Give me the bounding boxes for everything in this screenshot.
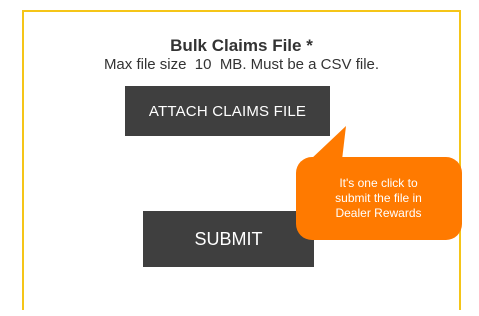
file-requirements-text: Max file size 10 MB. Must be a CSV file. <box>103 56 380 73</box>
bulk-claims-panel: Bulk Claims File * Max file size 10 MB. … <box>22 10 461 310</box>
attach-claims-file-button[interactable]: ATTACH CLAIMS FILE <box>125 86 330 136</box>
callout-line: It's one click to <box>339 176 418 190</box>
callout-text: It's one click to submit the file in Dea… <box>297 176 460 221</box>
callout-line: Dealer Rewards <box>335 206 422 220</box>
callout-line: submit the file in <box>335 191 422 205</box>
submit-button[interactable]: SUBMIT <box>143 211 314 267</box>
form-title: Bulk Claims File * <box>170 36 313 55</box>
